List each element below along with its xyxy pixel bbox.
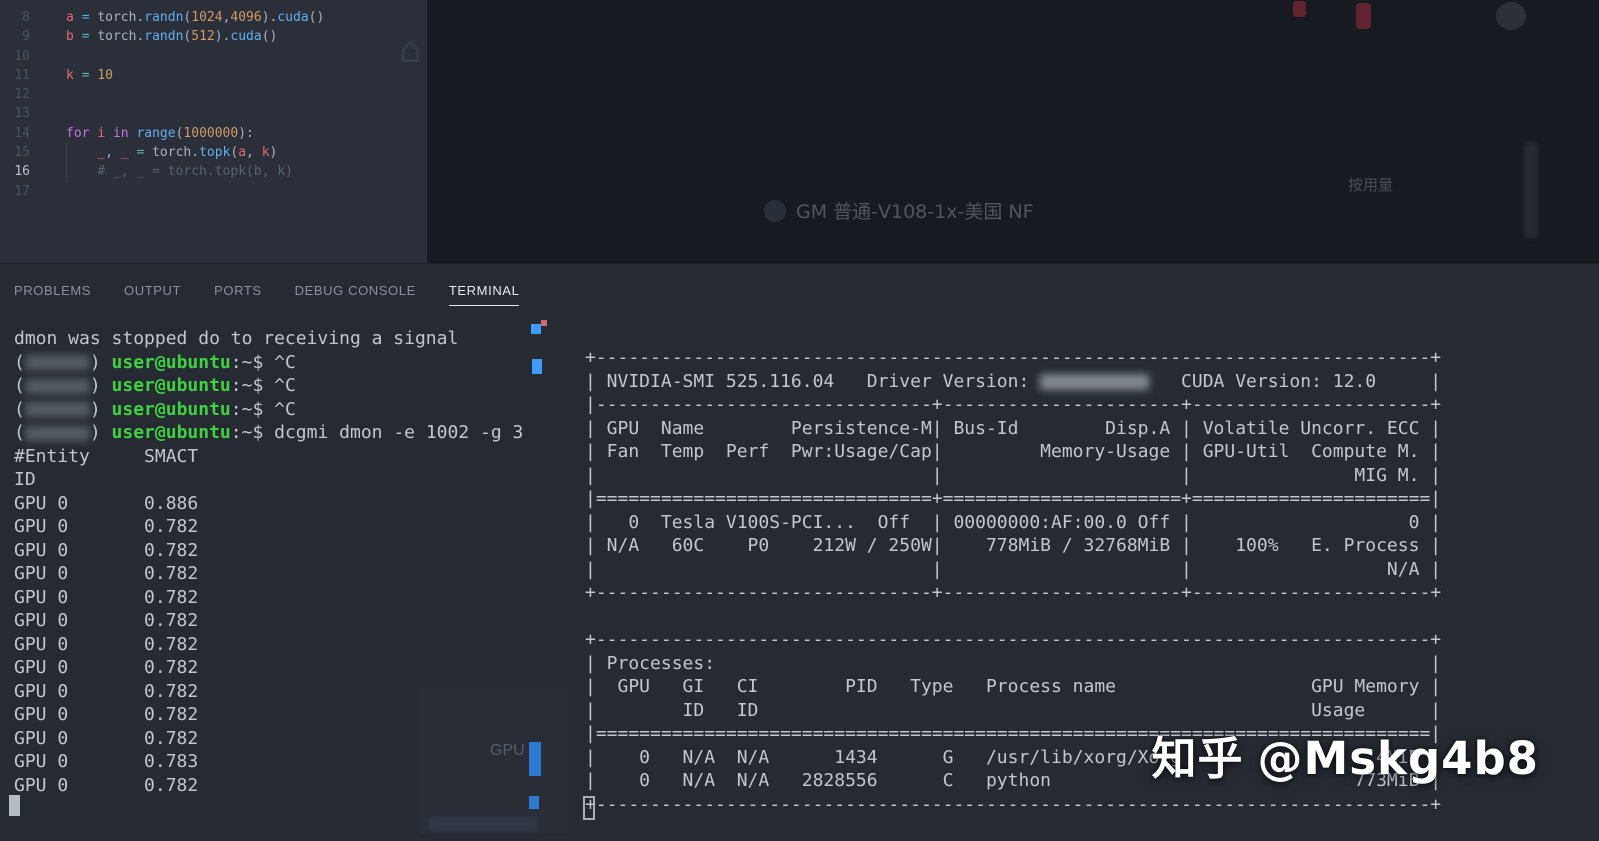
terminal-line: +---------------------------------------… — [585, 346, 1441, 370]
terminal-line: | N/A 60C P0 212W / 250W| 778MiB / 32768… — [585, 534, 1441, 558]
ghost-side-widget — [1524, 142, 1538, 238]
terminal-line: GPU 0 0.782 — [14, 609, 523, 633]
line-number: 9 — [0, 27, 30, 46]
terminal-line: GPU 0 0.782 — [14, 539, 523, 563]
line-number: 17 — [0, 182, 30, 201]
terminal-line: | NVIDIA-SMI 525.116.04 Driver Version: … — [585, 370, 1441, 394]
ghost-red-badge2-icon — [1356, 3, 1371, 29]
terminal-line: | Fan Temp Perf Pwr:Usage/Cap| Memory-Us… — [585, 440, 1441, 464]
ghost-usage-label: 按用量 — [1348, 174, 1393, 195]
terminal-right-cursor — [583, 796, 595, 820]
terminal-line: () user@ubuntu:~$ dcgmi dmon -e 1002 -g … — [14, 421, 523, 445]
terminal-left-lines: dmon was stopped do to receiving a signa… — [14, 327, 523, 797]
terminal-line: | | | MIG M. | — [585, 464, 1441, 488]
terminal-line: | Processes: | — [585, 652, 1441, 676]
tab-ports[interactable]: PORTS — [214, 283, 262, 306]
terminal-line: | ID ID Usage | — [585, 699, 1441, 723]
code-line: 14 for i in range(1000000): — [0, 124, 324, 143]
ghost-avatar — [1496, 2, 1526, 30]
terminal-line: | 0 Tesla V100S-PCI... Off | 00000000:AF… — [585, 511, 1441, 535]
ruler-mark-blue2 — [532, 359, 542, 374]
line-number: 16 — [0, 162, 30, 181]
terminal-line: GPU 0 0.782 — [14, 774, 523, 798]
terminal-line: () user@ubuntu:~$ ^C — [14, 351, 523, 375]
line-number: 11 — [0, 66, 30, 85]
home-icon: ⌂ — [399, 30, 422, 71]
terminal-line: dmon was stopped do to receiving a signa… — [14, 327, 523, 351]
code-text: _, _ = torch.topk(a, k) — [66, 143, 277, 162]
panel-tabs: PROBLEMS OUTPUT PORTS DEBUG CONSOLE TERMINAL — [14, 283, 519, 306]
tab-output[interactable]: OUTPUT — [124, 283, 181, 306]
redacted-env-name — [25, 402, 90, 417]
terminal-line: +---------------------------------------… — [585, 793, 1441, 817]
terminal-line: GPU 0 0.782 — [14, 703, 523, 727]
line-number: 14 — [0, 124, 30, 143]
code-text: # _, _ = torch.topk(b, k) — [66, 162, 293, 181]
terminal-line: | GPU GI CI PID Type Process name GPU Me… — [585, 675, 1441, 699]
redacted-driver-version — [1040, 374, 1148, 390]
ghost-red-badge-icon — [1293, 1, 1306, 17]
terminal-left-cursor — [9, 795, 20, 816]
terminal-left[interactable]: dmon was stopped do to receiving a signa… — [14, 327, 523, 797]
terminal-line: GPU 0 0.782 — [14, 586, 523, 610]
redacted-env-name — [25, 379, 90, 394]
terminal-scrollbar-thumb[interactable] — [529, 742, 541, 776]
ghost-taskbar-item — [428, 816, 538, 832]
ghost-instance-title: GM 普通-V108-1x-美国 NF — [764, 197, 1034, 224]
tab-terminal[interactable]: TERMINAL — [449, 283, 520, 306]
code-text: for i in range(1000000): — [66, 124, 254, 143]
code-line: 16 # _, _ = torch.topk(b, k) — [0, 162, 324, 181]
terminal-line: +-------------------------------+-------… — [585, 581, 1441, 605]
ghost-instance-label: GM 普通-V108-1x-美国 NF — [796, 197, 1034, 224]
code-line: 8 a = torch.randn(1024,4096).cuda() — [0, 8, 324, 27]
terminal-line: GPU 0 0.782 — [14, 727, 523, 751]
ruler-mark-blue — [531, 324, 541, 334]
line-number: 8 — [0, 8, 30, 27]
line-number: 15 — [0, 143, 30, 162]
ruler-mark-red — [541, 320, 547, 326]
ghost-instance-icon — [764, 200, 786, 222]
watermark: 知乎 @Mskg4b8 — [1151, 722, 1539, 787]
terminal-line: () user@ubuntu:~$ ^C — [14, 374, 523, 398]
vscode-window: ⌂ GM 普通-V108-1x-美国 NF 按用量 8 a = torch.ran… — [0, 0, 1599, 840]
tab-debug-console[interactable]: DEBUG CONSOLE — [295, 283, 416, 306]
terminal-line: () user@ubuntu:~$ ^C — [14, 398, 523, 422]
code-text: b = torch.randn(512).cuda() — [66, 27, 277, 46]
terminal-line: | | | N/A | — [585, 558, 1441, 582]
code-editor[interactable]: ⌂ GM 普通-V108-1x-美国 NF 按用量 8 a = torch.ran… — [0, 0, 1599, 263]
terminal-line: #Entity SMACT — [14, 445, 523, 469]
code-line: 10 — [0, 47, 324, 66]
line-number: 12 — [0, 85, 30, 104]
code-line: 15 _, _ = torch.topk(a, k) — [0, 143, 324, 162]
terminal-line: GPU 0 0.782 — [14, 656, 523, 680]
code-line: 12 — [0, 85, 324, 104]
terminal-line: |-------------------------------+-------… — [585, 393, 1441, 417]
ruler-mark-blue3 — [529, 796, 539, 809]
terminal-line: |===============================+=======… — [585, 487, 1441, 511]
terminal-line: GPU 0 0.782 — [14, 633, 523, 657]
terminal-line: +---------------------------------------… — [585, 628, 1441, 652]
code-line: 9 b = torch.randn(512).cuda() — [0, 27, 324, 46]
code-line: 13 — [0, 104, 324, 123]
terminal-line: GPU 0 0.886 — [14, 492, 523, 516]
watermark-brand: 知乎 — [1151, 732, 1243, 785]
terminal-line — [585, 605, 1441, 629]
redacted-env-name — [25, 355, 90, 370]
terminal-line: GPU 0 0.783 — [14, 750, 523, 774]
terminal-line: GPU 0 0.782 — [14, 562, 523, 586]
redacted-env-name — [25, 426, 90, 441]
code-line: 11 k = 10 — [0, 66, 324, 85]
tab-problems[interactable]: PROBLEMS — [14, 283, 91, 306]
code-text: a = torch.randn(1024,4096).cuda() — [66, 8, 324, 27]
watermark-handle: @Mskg4b8 — [1257, 732, 1539, 785]
line-number: 13 — [0, 104, 30, 123]
code-line: 17 — [0, 182, 324, 201]
terminal-line: GPU 0 0.782 — [14, 680, 523, 704]
terminal-line: GPU 0 0.782 — [14, 515, 523, 539]
terminal-line: ID — [14, 468, 523, 492]
terminal-line: | GPU Name Persistence-M| Bus-Id Disp.A … — [585, 417, 1441, 441]
code-lines: 8 a = torch.randn(1024,4096).cuda() 9 b = t… — [0, 8, 324, 201]
line-number: 10 — [0, 47, 30, 66]
code-text: k = 10 — [66, 66, 113, 85]
